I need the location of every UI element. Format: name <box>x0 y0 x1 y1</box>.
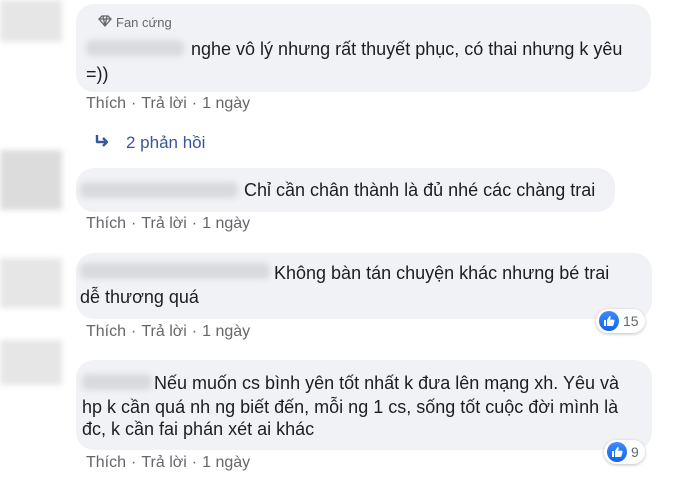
timestamp-link[interactable]: 1 ngày <box>202 215 250 232</box>
avatar[interactable] <box>0 0 62 42</box>
reaction-count-label: 15 <box>623 313 639 329</box>
avatar[interactable] <box>0 258 62 308</box>
comment-text: nghe vô lý nhưng rất thuyết phục, có tha… <box>191 39 623 59</box>
diamond-icon <box>98 15 112 30</box>
timestamp-link[interactable]: 1 ngày <box>202 323 250 340</box>
comment-actions: Thích · Trả lời · 1 ngày <box>86 323 251 340</box>
like-thumb-icon <box>607 442 627 462</box>
fan-badge: Fan cứng <box>98 15 172 30</box>
like-thumb-icon <box>599 311 619 331</box>
commenter-name[interactable] <box>80 182 238 198</box>
comment-text: Chỉ cần chân thành là đủ nhé các chàng t… <box>244 180 596 200</box>
reply-link[interactable]: Trả lời <box>141 323 186 340</box>
comment-actions: Thích · Trả lời · 1 ngày <box>86 454 251 471</box>
reply-arrow-icon <box>94 133 112 153</box>
commenter-name[interactable] <box>80 263 270 279</box>
comment-actions: Thích · Trả lời · 1 ngày <box>86 215 251 232</box>
comment-bubble: Fan cứng nghe vô lý nhưng rất thuyết phụ… <box>76 4 651 92</box>
comment-text: đc, k cần fai phán xét ai khác <box>82 419 315 439</box>
reply-link[interactable]: Trả lời <box>141 95 186 112</box>
timestamp-link[interactable]: 1 ngày <box>202 95 250 112</box>
reaction-count-label: 9 <box>631 444 639 460</box>
view-replies-link[interactable]: 2 phản hồi <box>94 133 205 153</box>
comment-bubble: Nếu muốn cs bình yên tốt nhất k đưa lên … <box>76 360 652 450</box>
timestamp-link[interactable]: 1 ngày <box>202 454 250 471</box>
comment-text: dễ thương quá <box>80 287 199 307</box>
replies-count-label: 2 phản hồi <box>126 133 206 152</box>
avatar[interactable] <box>0 340 62 385</box>
avatar[interactable] <box>0 150 62 210</box>
reply-link[interactable]: Trả lời <box>141 454 186 471</box>
comment-bubble: Chỉ cần chân thành là đủ nhé các chàng t… <box>76 168 615 212</box>
reply-link[interactable]: Trả lời <box>141 215 186 232</box>
like-link[interactable]: Thích <box>86 95 126 112</box>
comment-text: =)) <box>86 64 109 84</box>
reaction-count[interactable]: 9 <box>604 440 645 464</box>
comment-bubble: Không bàn tán chuyện khác nhưng bé trai … <box>76 253 652 319</box>
comment-text: hp k cần quá nh ng biết đến, mỗi ng 1 cs… <box>82 397 619 417</box>
comment-text: Nếu muốn cs bình yên tốt nhất k đưa lên … <box>154 373 620 393</box>
commenter-name[interactable] <box>82 374 152 390</box>
comment-actions: Thích · Trả lời · 1 ngày <box>86 95 251 112</box>
commenter-name[interactable] <box>86 40 184 56</box>
like-link[interactable]: Thích <box>86 323 126 340</box>
comment-text: Không bàn tán chuyện khác nhưng bé trai <box>274 263 610 283</box>
like-link[interactable]: Thích <box>86 215 126 232</box>
reaction-count[interactable]: 15 <box>596 309 645 333</box>
fan-badge-label: Fan cứng <box>116 15 172 30</box>
like-link[interactable]: Thích <box>86 454 126 471</box>
